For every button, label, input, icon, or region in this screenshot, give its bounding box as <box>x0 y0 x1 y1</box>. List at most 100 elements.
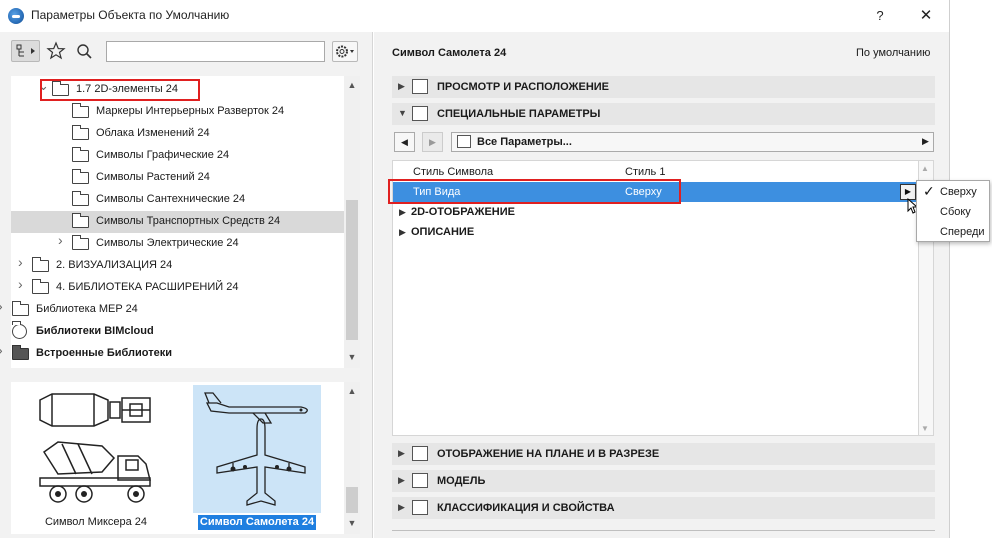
tree-item-label: Облака Изменений 24 <box>96 127 210 139</box>
favorites-button[interactable] <box>45 40 67 62</box>
previous-page-button[interactable]: ◀ <box>394 132 415 152</box>
collapse-arrow-icon: ▼ <box>398 108 407 118</box>
popup-option-top[interactable]: ✓ Сверху <box>917 182 989 202</box>
folder-icon <box>72 147 89 162</box>
tree-item[interactable]: Символы Транспортных Средств 24 <box>11 211 344 233</box>
special-parameters-icon <box>412 106 428 121</box>
expand-arrow-icon: ▶ <box>399 227 406 237</box>
tree-item-label: Библиотеки BIMcloud <box>36 325 154 337</box>
archicad-app-icon <box>8 8 24 24</box>
param-group-2d-display[interactable]: ▶ 2D-ОТОБРАЖЕНИЕ <box>393 202 918 222</box>
folder-icon <box>72 169 89 184</box>
folder-icon <box>72 191 89 206</box>
preview-scroll-thumb[interactable] <box>346 487 358 513</box>
folder-icon <box>12 345 29 360</box>
section-plan-and-section[interactable]: ▶ ОТОБРАЖЕНИЕ НА ПЛАНЕ И В РАЗРЕЗЕ <box>392 443 935 465</box>
scroll-up-icon[interactable]: ▲ <box>921 164 929 173</box>
tree-item-label: Символы Растений 24 <box>96 171 210 183</box>
tree-item[interactable]: › Символы Электрические 24 <box>11 233 344 255</box>
mixer-symbol-thumbnail[interactable] <box>32 390 160 510</box>
expand-arrow-icon: ▶ <box>398 81 405 91</box>
scroll-down-icon[interactable]: ▼ <box>346 352 358 364</box>
library-tree-icon <box>16 44 35 57</box>
plane-symbol-thumbnail[interactable] <box>193 385 321 513</box>
default-label: По умолчанию <box>856 47 931 59</box>
airplane-icon <box>204 392 308 506</box>
window-title: Параметры Объекта по Умолчанию <box>31 8 230 22</box>
scroll-up-icon[interactable]: ▲ <box>346 386 358 398</box>
mixer-symbol-label[interactable]: Символ Миксера 24 <box>32 516 160 528</box>
param-group-description[interactable]: ▶ ОПИСАНИЕ <box>393 222 918 242</box>
help-button[interactable]: ? <box>870 6 890 26</box>
tree-item[interactable]: Символы Растений 24 <box>11 167 344 189</box>
tree-item[interactable]: › Библиотека MEP 24 <box>0 299 344 321</box>
folder-icon <box>72 235 89 250</box>
gear-icon <box>336 45 354 58</box>
option-label: Спереди <box>940 226 985 238</box>
popup-option-side[interactable]: Сбоку <box>917 202 989 222</box>
tree-item-label: Символы Графические 24 <box>96 149 230 161</box>
library-view-mode-button[interactable] <box>11 40 40 62</box>
search-button[interactable] <box>73 40 95 62</box>
tree-item-label: Маркеры Интерьерных Разверток 24 <box>96 105 285 117</box>
chevron-right-icon[interactable]: › <box>18 255 28 269</box>
option-label: Сбоку <box>940 206 971 218</box>
close-button[interactable]: ✕ <box>913 6 939 26</box>
scroll-up-icon[interactable]: ▲ <box>346 80 358 92</box>
scroll-down-icon[interactable]: ▼ <box>346 518 358 530</box>
object-name: Символ Самолета 24 <box>392 47 507 59</box>
preview-positioning-icon <box>412 79 428 94</box>
tree-item[interactable]: Символы Графические 24 <box>11 145 344 167</box>
parameter-page-label: Все Параметры... <box>477 136 572 148</box>
tree-item-label: 4. БИБЛИОТЕКА РАСШИРЕНИЙ 24 <box>56 281 239 293</box>
expand-arrow-icon: ▶ <box>398 502 405 512</box>
plane-symbol-label[interactable]: Символ Самолета 24 <box>198 515 316 530</box>
tree-item-label: Встроенные Библиотеки <box>36 347 173 359</box>
expand-arrow-icon: ▶ <box>399 207 406 217</box>
library-settings-button[interactable] <box>332 41 358 62</box>
folder-icon <box>72 103 89 118</box>
section-special-parameters[interactable]: ▼ СПЕЦИАЛЬНЫЕ ПАРАМЕТРЫ <box>392 103 935 125</box>
tree-item[interactable]: › Встроенные Библиотеки <box>0 343 344 365</box>
folder-icon <box>32 279 49 294</box>
chevron-right-icon[interactable]: › <box>18 277 28 291</box>
library-search-input[interactable] <box>106 41 325 62</box>
section-title: СПЕЦИАЛЬНЫЕ ПАРАМЕТРЫ <box>437 108 601 120</box>
param-name: Стиль Символа <box>413 166 494 178</box>
section-title: ПРОСМОТР И РАСПОЛОЖЕНИЕ <box>437 81 610 93</box>
tree-item[interactable]: Библиотеки BIMcloud <box>11 321 344 343</box>
tree-item[interactable]: Облака Изменений 24 <box>11 123 344 145</box>
section-model[interactable]: ▶ МОДЕЛЬ <box>392 470 935 492</box>
tree-item[interactable]: › 2. ВИЗУАЛИЗАЦИЯ 24 <box>11 255 344 277</box>
tree-item-label: Символы Электрические 24 <box>96 237 239 249</box>
scroll-down-icon[interactable]: ▼ <box>921 424 929 433</box>
chevron-right-icon[interactable]: › <box>58 233 68 247</box>
divider <box>392 530 935 531</box>
tree-item[interactable]: › 4. БИБЛИОТЕКА РАСШИРЕНИЙ 24 <box>11 277 344 299</box>
annotation-highlight-box <box>388 179 681 204</box>
tree-item[interactable]: Маркеры Интерьерных Разверток 24 <box>11 101 344 123</box>
section-title: КЛАССИФИКАЦИЯ И СВОЙСТВА <box>437 502 615 514</box>
annotation-highlight-box <box>40 79 200 101</box>
bimcloud-library-icon <box>12 321 27 339</box>
group-title: 2D-ОТОБРАЖЕНИЕ <box>411 206 515 218</box>
window-border <box>949 0 950 538</box>
folder-icon <box>12 301 29 316</box>
section-classification-properties[interactable]: ▶ КЛАССИФИКАЦИЯ И СВОЙСТВА <box>392 497 935 519</box>
next-page-button[interactable]: ▶ <box>422 132 443 152</box>
tree-item-label: Символы Транспортных Средств 24 <box>96 215 281 227</box>
chevron-right-icon[interactable]: › <box>0 343 8 357</box>
parameters-list-icon <box>457 135 471 148</box>
plan-section-icon <box>412 446 428 461</box>
popup-option-front[interactable]: Спереди <box>917 222 989 242</box>
checkmark-icon: ✓ <box>923 183 935 199</box>
section-title: ОТОБРАЖЕНИЕ НА ПЛАНЕ И В РАЗРЕЗЕ <box>437 448 660 460</box>
option-label: Сверху <box>940 186 977 198</box>
chevron-right-icon[interactable]: › <box>0 299 8 313</box>
tree-item-label: Библиотека MEP 24 <box>36 303 138 315</box>
classification-list-icon <box>412 500 428 515</box>
expand-arrow-icon: ▶ <box>398 475 405 485</box>
section-preview-positioning[interactable]: ▶ ПРОСМОТР И РАСПОЛОЖЕНИЕ <box>392 76 935 98</box>
tree-scroll-thumb[interactable] <box>346 200 358 340</box>
tree-item[interactable]: Символы Сантехнические 24 <box>11 189 344 211</box>
